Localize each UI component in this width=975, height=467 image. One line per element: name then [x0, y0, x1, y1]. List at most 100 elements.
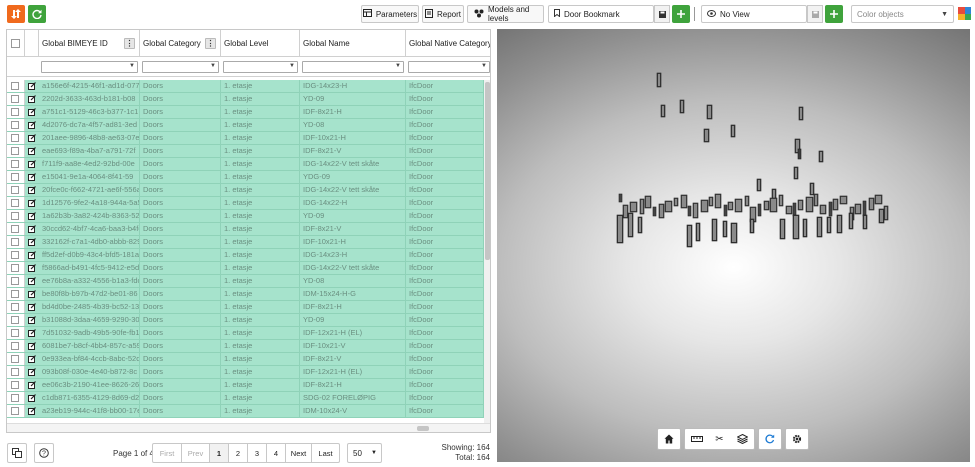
row-checkbox[interactable] [11, 303, 19, 311]
table-row[interactable]: f711f9-aa8e-4ed2-92bd-00e Doors 1. etasje I… [7, 158, 490, 171]
pager-last[interactable]: Last [312, 444, 339, 462]
edit-icon[interactable] [25, 301, 39, 313]
row-checkbox[interactable] [11, 134, 19, 142]
door-object[interactable] [862, 214, 868, 230]
pager-page-1[interactable]: 1 [210, 444, 229, 462]
door-object[interactable] [802, 218, 808, 238]
door-object[interactable] [700, 199, 709, 213]
row-checkbox[interactable] [11, 212, 19, 220]
filter-native[interactable]: ▼ [408, 61, 490, 73]
edit-icon[interactable] [25, 262, 39, 274]
edit-icon[interactable] [25, 197, 39, 209]
pager-first[interactable]: First [153, 444, 182, 462]
column-menu-icon[interactable]: ⋮ [124, 38, 135, 49]
row-checkbox[interactable] [11, 368, 19, 376]
parameters-button[interactable]: Parameters [361, 5, 419, 23]
door-object[interactable] [883, 205, 889, 221]
door-object[interactable] [868, 197, 875, 211]
door-object[interactable] [687, 205, 692, 217]
door-object[interactable] [816, 216, 823, 238]
door-object[interactable] [658, 203, 665, 219]
ruler-icon[interactable] [685, 429, 708, 449]
home-icon[interactable] [658, 429, 680, 449]
table-row[interactable]: eae693-f89a-4ba7-a791-72f Doors 1. etasje I… [7, 145, 490, 158]
table-row[interactable]: 6081be7-b8cf-4bb4-857c-a59 Doors 1. etasje… [7, 340, 490, 353]
door-object[interactable] [826, 216, 832, 234]
row-checkbox[interactable] [11, 355, 19, 363]
view-select[interactable]: No View [701, 5, 807, 23]
edit-icon[interactable] [25, 93, 39, 105]
edit-icon[interactable] [25, 145, 39, 157]
settings-icon[interactable] [786, 429, 808, 449]
table-row[interactable]: 201aee-9896-48b8-ae63-07e Doors 1. etasje I… [7, 132, 490, 145]
table-row[interactable]: 7d51032-9adb-49b5-90fe-fb1 Doors 1. etasje… [7, 327, 490, 340]
layers-icon[interactable] [731, 429, 754, 449]
filter-name[interactable]: ▼ [302, 61, 404, 73]
color-objects-select[interactable]: Color objects ▼ [851, 5, 954, 23]
edit-icon[interactable] [25, 366, 39, 378]
table-row[interactable]: ff5d2ef-d0b9-43c4-bfd5-181a Doors 1. etasj… [7, 249, 490, 262]
edit-icon[interactable] [25, 353, 39, 365]
edit-icon[interactable] [25, 379, 39, 391]
door-object[interactable] [778, 194, 784, 207]
door-object[interactable] [703, 128, 710, 143]
row-checkbox[interactable] [11, 199, 19, 207]
edit-icon[interactable] [25, 80, 39, 92]
door-object[interactable] [756, 178, 762, 192]
row-checkbox[interactable] [11, 290, 19, 298]
door-object[interactable] [744, 195, 750, 207]
door-object[interactable] [836, 214, 843, 234]
row-checkbox[interactable] [11, 251, 19, 259]
row-checkbox[interactable] [11, 329, 19, 337]
door-object[interactable] [832, 198, 839, 211]
swap-icon[interactable] [7, 5, 25, 23]
door-object[interactable] [805, 196, 814, 213]
door-object[interactable] [680, 194, 688, 209]
door-object[interactable] [757, 203, 762, 217]
row-checkbox[interactable] [11, 277, 19, 285]
door-object[interactable] [854, 203, 862, 215]
pager-page-4[interactable]: 4 [267, 444, 286, 462]
door-object[interactable] [793, 166, 799, 180]
door-object[interactable] [637, 216, 643, 234]
door-object[interactable] [616, 214, 624, 244]
horizontal-scrollbar[interactable] [7, 423, 490, 432]
column-header-id[interactable]: Global BIMEYE ID ⋮ [39, 30, 140, 57]
door-object[interactable] [727, 201, 734, 211]
edit-icon[interactable] [25, 106, 39, 118]
door-object[interactable] [695, 222, 701, 242]
door-object[interactable] [819, 204, 827, 215]
door-object[interactable] [686, 224, 693, 248]
column-header-native[interactable]: Global Native Category [406, 30, 490, 57]
row-checkbox[interactable] [11, 108, 19, 116]
edit-icon[interactable] [25, 288, 39, 300]
pager-page-3[interactable]: 3 [248, 444, 267, 462]
save-bookmark-icon[interactable] [654, 5, 670, 23]
filter-category[interactable]: ▼ [142, 61, 219, 73]
horizontal-scroll-thumb[interactable] [417, 426, 429, 431]
door-object[interactable] [813, 193, 819, 207]
door-object[interactable] [679, 99, 685, 114]
row-checkbox[interactable] [11, 160, 19, 168]
table-row[interactable]: ee06c3b-2190-41ee-8626-26 Doors 1. etasje I… [7, 379, 490, 392]
door-object[interactable] [878, 208, 885, 224]
edit-icon[interactable] [25, 249, 39, 261]
edit-icon[interactable] [25, 184, 39, 196]
door-object[interactable] [627, 212, 634, 238]
edit-icon[interactable] [25, 236, 39, 248]
table-row[interactable]: b31088d-3daa-4659-9290-30 Doors 1. etasje Y… [7, 314, 490, 327]
edit-icon[interactable] [25, 223, 39, 235]
edit-icon[interactable] [25, 392, 39, 404]
door-objects-render[interactable] [497, 29, 970, 462]
refresh-button[interactable] [28, 5, 46, 23]
select-all-checkbox[interactable] [11, 39, 20, 48]
column-header-name[interactable]: Global Name [300, 30, 406, 57]
door-object[interactable] [730, 222, 738, 244]
door-object[interactable] [839, 195, 848, 205]
column-menu-icon[interactable]: ⋮ [205, 38, 216, 49]
table-row[interactable]: ee76b8a-a332-4556-b1a3-fdc Doors 1. etasje… [7, 275, 490, 288]
report-button[interactable]: Report [422, 5, 464, 23]
door-object[interactable] [664, 200, 673, 213]
table-row[interactable]: 0e933ea-bf84-4ccb-8abc-52d Doors 1. etasje… [7, 353, 490, 366]
door-object[interactable] [722, 220, 728, 238]
